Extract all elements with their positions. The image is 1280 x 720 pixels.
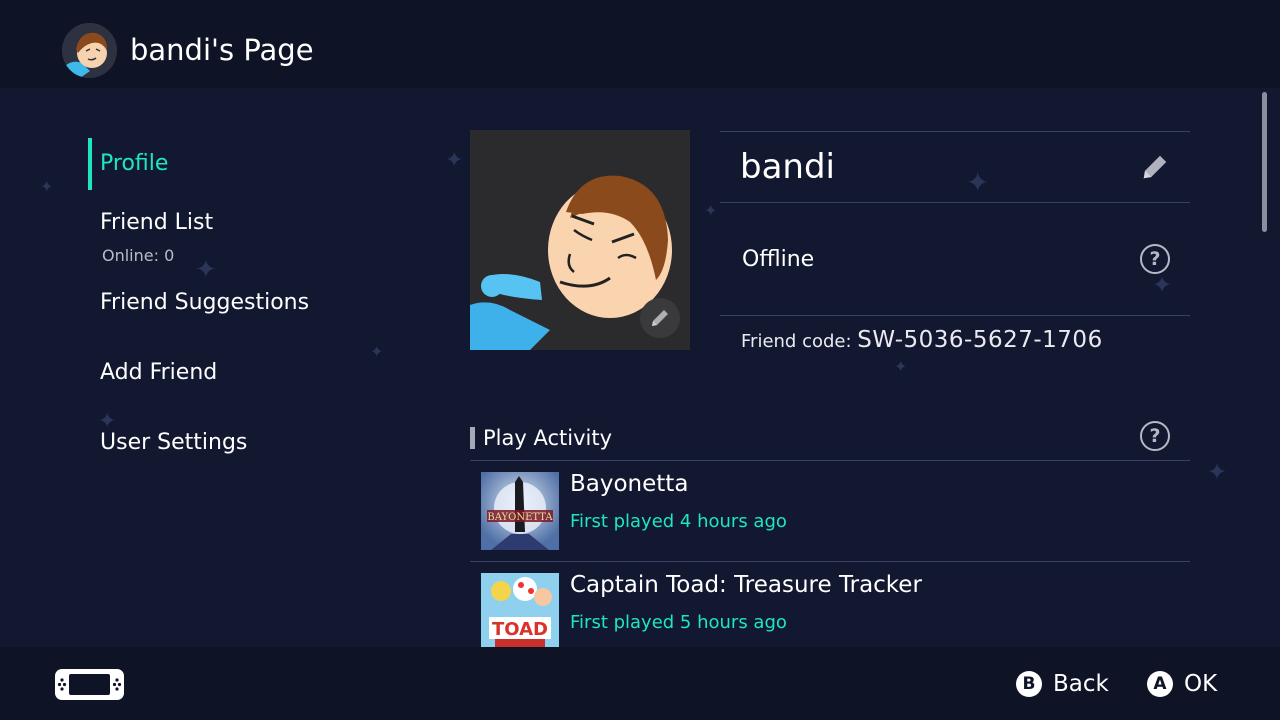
user-page: ✦ ✦ ✦ ✦ ✦ ✦ ✦ ✦ ✦ ✦ bandi's Page Profile… [0,0,1280,720]
divider [720,202,1190,203]
pencil-icon[interactable] [1140,152,1170,182]
ok-label: OK [1184,671,1218,697]
scrollbar[interactable] [1262,92,1267,232]
page-title: bandi's Page [130,33,314,67]
game-thumbnail: TOAD [481,573,559,651]
ok-button[interactable]: A OK [1147,665,1217,703]
edit-picture-button[interactable] [640,298,680,338]
sidebar-item-friend-list[interactable]: Friend List Online: 0 [88,206,408,266]
help-icon[interactable]: ? [1140,421,1170,451]
footer-bar: B Back A OK [0,647,1280,720]
sidebar-item-label: Add Friend [100,360,218,385]
divider [720,315,1190,316]
sparkle-decoration: ✦ [1207,458,1228,486]
user-name: bandi [740,147,835,187]
sparkle-decoration: ✦ [966,166,990,199]
user-avatar-icon [62,23,117,78]
sparkle-decoration: ✦ [894,357,908,376]
section-title: Play Activity [483,426,613,450]
sidebar-item-friend-suggestions[interactable]: Friend Suggestions [88,288,408,328]
a-button-icon: A [1147,671,1173,697]
section-marker [470,427,475,449]
pencil-icon [652,310,668,326]
back-button[interactable]: B Back [1016,665,1109,703]
sparkle-decoration: ✦ [445,148,464,173]
game-thumbnail: BAYONETTA [481,472,559,550]
sidebar-item-label: Friend List [100,210,214,235]
game-title: Bayonetta [570,471,689,497]
sparkle-decoration: ✦ [40,177,54,196]
help-icon[interactable]: ? [1140,244,1170,274]
friend-code: Friend code: SW-5036-5627-1706 [741,328,1103,354]
sidebar-item-add-friend[interactable]: Add Friend [88,358,408,398]
svg-text:TOAD: TOAD [492,619,548,640]
first-played: First played 4 hours ago [570,511,787,532]
sidebar-item-user-settings[interactable]: User Settings [88,428,408,468]
game-title: Captain Toad: Treasure Tracker [570,572,922,598]
sidebar-item-profile[interactable]: Profile [88,130,408,194]
sidebar-item-label: Profile [100,151,169,176]
game-row-bayonetta[interactable]: BAYONETTA Bayonetta First played 4 hours… [470,461,1190,561]
svg-text:BAYONETTA: BAYONETTA [487,512,553,523]
sidebar-item-label: User Settings [100,430,248,455]
first-played: First played 5 hours ago [570,612,787,633]
friend-code-label: Friend code: [741,331,852,352]
sparkle-decoration: ✦ [1152,271,1173,299]
divider [720,131,1190,132]
active-indicator [88,138,92,190]
page-header: bandi's Page [0,0,1280,88]
online-status: Offline [742,247,815,272]
online-count: Online: 0 [102,246,175,265]
back-label: Back [1053,671,1109,697]
b-button-icon: B [1016,671,1042,697]
console-handheld-icon [55,669,124,700]
friend-code-value: SW-5036-5627-1706 [857,327,1103,353]
sidebar-item-label: Friend Suggestions [100,290,310,315]
sparkle-decoration: ✦ [704,201,718,220]
